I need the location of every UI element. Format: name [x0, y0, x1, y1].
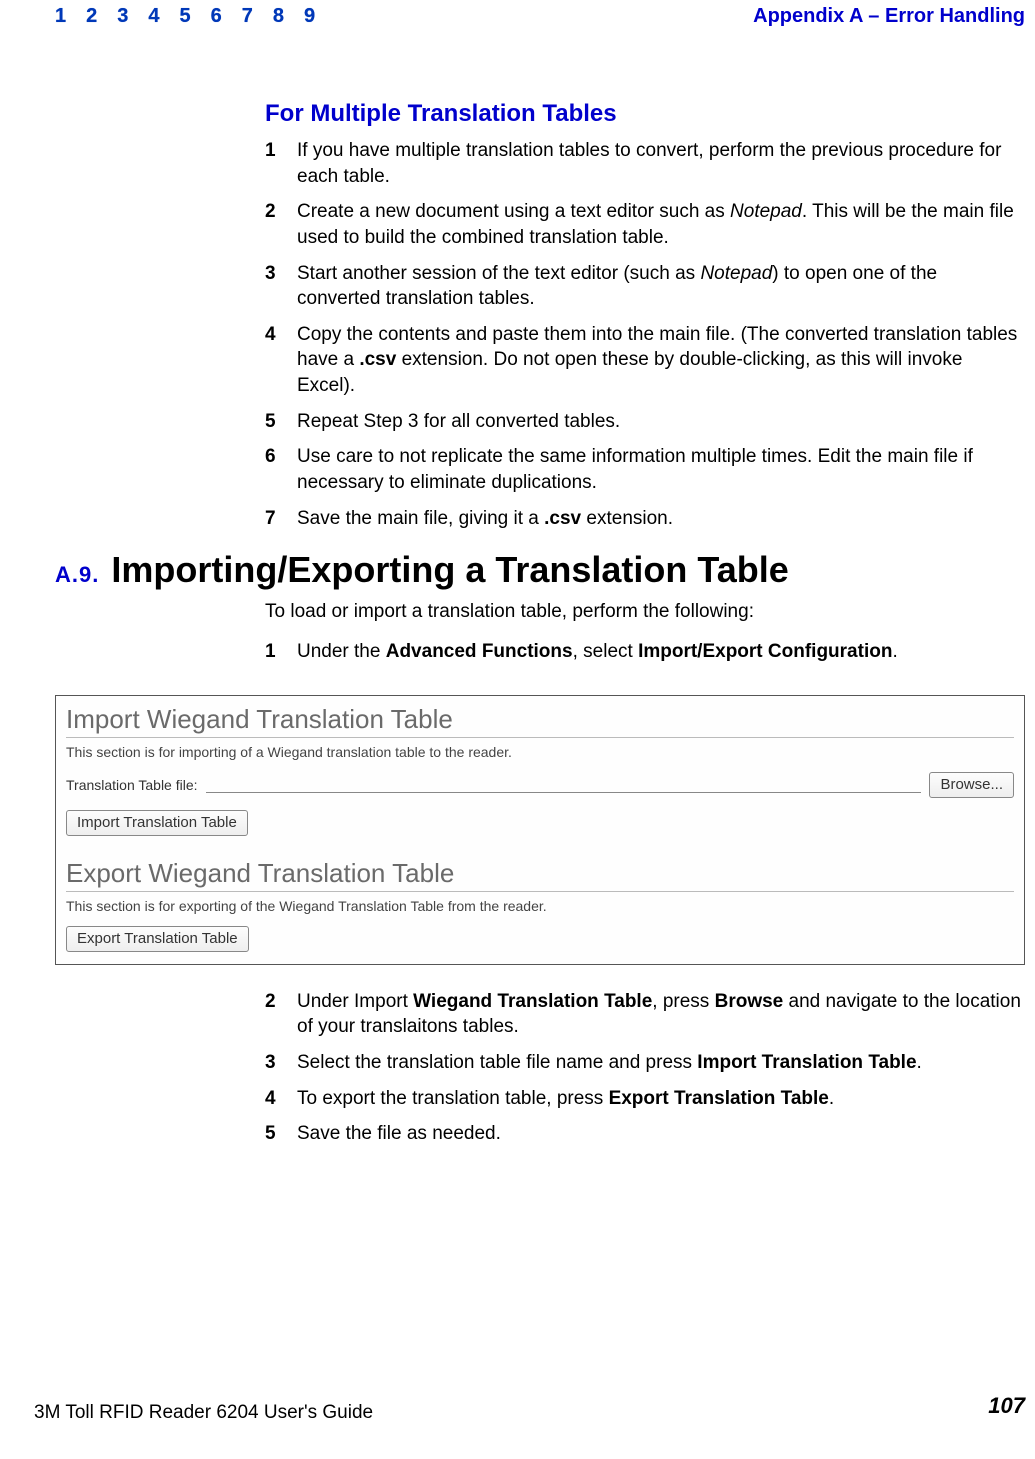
step-text: Use care to not replicate the same infor… [297, 444, 1025, 495]
step-number: 5 [265, 1121, 283, 1147]
footer-doc-title: 3M Toll RFID Reader 6204 User's Guide [34, 1402, 373, 1424]
file-label: Translation Table file: [66, 777, 198, 793]
step-number: 1 [265, 639, 283, 665]
step-number: 2 [265, 199, 283, 250]
list-item: 5 Save the file as needed. [265, 1121, 1025, 1147]
appendix-title: Appendix A – Error Handling [753, 5, 1025, 28]
step-text: Save the file as needed. [297, 1121, 1025, 1147]
nav-7[interactable]: 7 [242, 5, 253, 28]
list-item: 7 Save the main file, giving it a .csv e… [265, 506, 1025, 532]
step-number: 2 [265, 989, 283, 1040]
export-section-desc: This section is for exporting of the Wie… [66, 898, 1014, 914]
step-text: To export the translation table, press E… [297, 1086, 1025, 1112]
section-number: A.9. [55, 562, 99, 588]
list-item: 4 Copy the contents and paste them into … [265, 322, 1025, 399]
list-item: 1 If you have multiple translation table… [265, 138, 1025, 189]
browse-button[interactable]: Browse... [929, 772, 1014, 798]
list-item: 1 Under the Advanced Functions, select I… [265, 639, 1025, 665]
page-number: 107 [988, 1393, 1025, 1419]
step-text: Create a new document using a text edito… [297, 199, 1025, 250]
nav-6[interactable]: 6 [211, 5, 222, 28]
step-number: 7 [265, 506, 283, 532]
chapter-nav: 1 2 3 4 5 6 7 8 9 [55, 5, 315, 28]
list-post-screenshot: 2 Under Import Wiegand Translation Table… [265, 989, 1025, 1147]
step-text: Under Import Wiegand Translation Table, … [297, 989, 1025, 1040]
export-translation-table-button[interactable]: Export Translation Table [66, 926, 249, 952]
step-text: Start another session of the text editor… [297, 261, 1025, 312]
list-item: 2 Under Import Wiegand Translation Table… [265, 989, 1025, 1040]
nav-5[interactable]: 5 [180, 5, 191, 28]
list-item: 4 To export the translation table, press… [265, 1086, 1025, 1112]
step-number: 6 [265, 444, 283, 495]
section-title: Importing/Exporting a Translation Table [111, 549, 788, 591]
step-number: 3 [265, 1050, 283, 1076]
heading-multiple-tables: For Multiple Translation Tables [265, 100, 1025, 128]
nav-8[interactable]: 8 [273, 5, 284, 28]
step-text: Repeat Step 3 for all converted tables. [297, 409, 1025, 435]
step-number: 3 [265, 261, 283, 312]
list-item: 3 Select the translation table file name… [265, 1050, 1025, 1076]
step-text: Copy the contents and paste them into th… [297, 322, 1025, 399]
list-item: 6 Use care to not replicate the same inf… [265, 444, 1025, 495]
export-section-title: Export Wiegand Translation Table [66, 858, 1014, 892]
intro-paragraph: To load or import a translation table, p… [265, 599, 1025, 625]
nav-2[interactable]: 2 [86, 5, 97, 28]
list-pre-screenshot: 1 Under the Advanced Functions, select I… [265, 639, 1025, 665]
import-translation-table-button[interactable]: Import Translation Table [66, 810, 248, 836]
section-heading: A.9. Importing/Exporting a Translation T… [55, 549, 1025, 591]
list-item: 3 Start another session of the text edit… [265, 261, 1025, 312]
list-multiple-tables: 1 If you have multiple translation table… [265, 138, 1025, 531]
step-number: 5 [265, 409, 283, 435]
step-text: Select the translation table file name a… [297, 1050, 1025, 1076]
step-text: Save the main file, giving it a .csv ext… [297, 506, 1025, 532]
list-item: 2 Create a new document using a text edi… [265, 199, 1025, 250]
nav-9[interactable]: 9 [304, 5, 315, 28]
step-text: If you have multiple translation tables … [297, 138, 1025, 189]
step-number: 4 [265, 1086, 283, 1112]
step-number: 1 [265, 138, 283, 189]
import-section-title: Import Wiegand Translation Table [66, 704, 1014, 738]
nav-4[interactable]: 4 [148, 5, 159, 28]
step-text: Under the Advanced Functions, select Imp… [297, 639, 1025, 665]
file-input[interactable] [206, 791, 922, 793]
nav-3[interactable]: 3 [117, 5, 128, 28]
nav-1[interactable]: 1 [55, 5, 66, 28]
step-number: 4 [265, 322, 283, 399]
screenshot-panel: Import Wiegand Translation Table This se… [55, 695, 1025, 965]
import-section-desc: This section is for importing of a Wiega… [66, 744, 1014, 760]
list-item: 5 Repeat Step 3 for all converted tables… [265, 409, 1025, 435]
